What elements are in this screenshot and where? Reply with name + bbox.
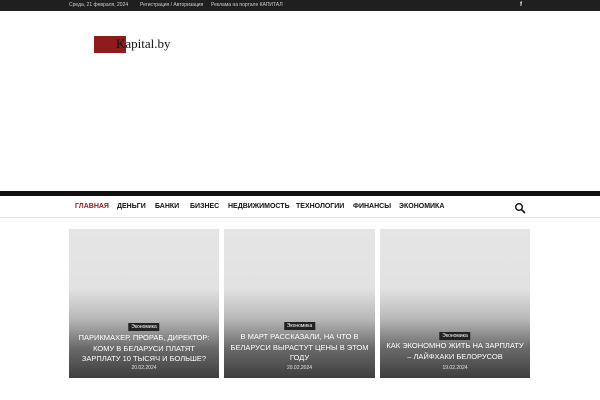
logo-text: Kapital.by bbox=[116, 36, 171, 51]
news-card[interactable]: Экономика ПАРИКМАХЕР, ПРОРАБ, ДИРЕКТОР: … bbox=[69, 229, 219, 378]
card-title[interactable]: ПАРИКМАХЕР, ПРОРАБ, ДИРЕКТОР: КОМУ В БЕЛ… bbox=[75, 333, 213, 365]
nav-item-finance[interactable]: ФИНАНСЫ bbox=[353, 196, 391, 218]
nav-item-banks[interactable]: БАНКИ bbox=[155, 196, 179, 218]
card-date: 20.02.2024 bbox=[286, 365, 313, 371]
news-card[interactable]: Экономика В МАРТ РАССКАЗАЛИ, НА ЧТО В БЕ… bbox=[224, 229, 375, 378]
ads-link[interactable]: Реклама на портале КАПИТАЛ bbox=[211, 1, 283, 10]
nav-item-economy[interactable]: ЭКОНОМИКА bbox=[399, 196, 444, 218]
card-date: 20.02.2024 bbox=[131, 365, 157, 371]
site-logo[interactable]: Kapital.by bbox=[94, 35, 184, 53]
nav-item-business[interactable]: БИЗНЕС bbox=[190, 196, 219, 218]
top-bar: Среда, 21 февраля, 2024 Регистрация / Ав… bbox=[0, 0, 600, 11]
card-title[interactable]: КАК ЭКОНОМНО ЖИТЬ НА ЗАРПЛАТУ – ЛАЙФХАКИ… bbox=[386, 341, 524, 362]
nav-item-real-estate[interactable]: НЕДВИЖИМОСТЬ bbox=[228, 196, 290, 218]
news-card[interactable]: Экономика КАК ЭКОНОМНО ЖИТЬ НА ЗАРПЛАТУ … bbox=[380, 229, 530, 378]
facebook-icon[interactable]: f bbox=[520, 1, 522, 10]
category-badge[interactable]: Экономика bbox=[128, 323, 160, 331]
category-badge[interactable]: Экономика bbox=[439, 332, 471, 340]
card-title[interactable]: В МАРТ РАССКАЗАЛИ, НА ЧТО В БЕЛАРУСИ ВЫР… bbox=[230, 332, 369, 364]
nav-item-money[interactable]: ДЕНЬГИ bbox=[117, 196, 146, 218]
nav-item-technology[interactable]: ТЕХНОЛОГИИ bbox=[296, 196, 344, 218]
search-icon[interactable] bbox=[514, 201, 526, 214]
card-date: 19.02.2024 bbox=[442, 365, 468, 371]
nav-item-home[interactable]: ГЛАВНАЯ bbox=[75, 196, 109, 218]
main-nav: ГЛАВНАЯ ДЕНЬГИ БАНКИ БИЗНЕС НЕДВИЖИМОСТЬ… bbox=[0, 196, 600, 218]
login-link[interactable]: Регистрация / Авторизация bbox=[140, 1, 203, 10]
category-badge[interactable]: Экономика bbox=[283, 322, 316, 330]
current-date: Среда, 21 февраля, 2024 bbox=[69, 2, 129, 8]
